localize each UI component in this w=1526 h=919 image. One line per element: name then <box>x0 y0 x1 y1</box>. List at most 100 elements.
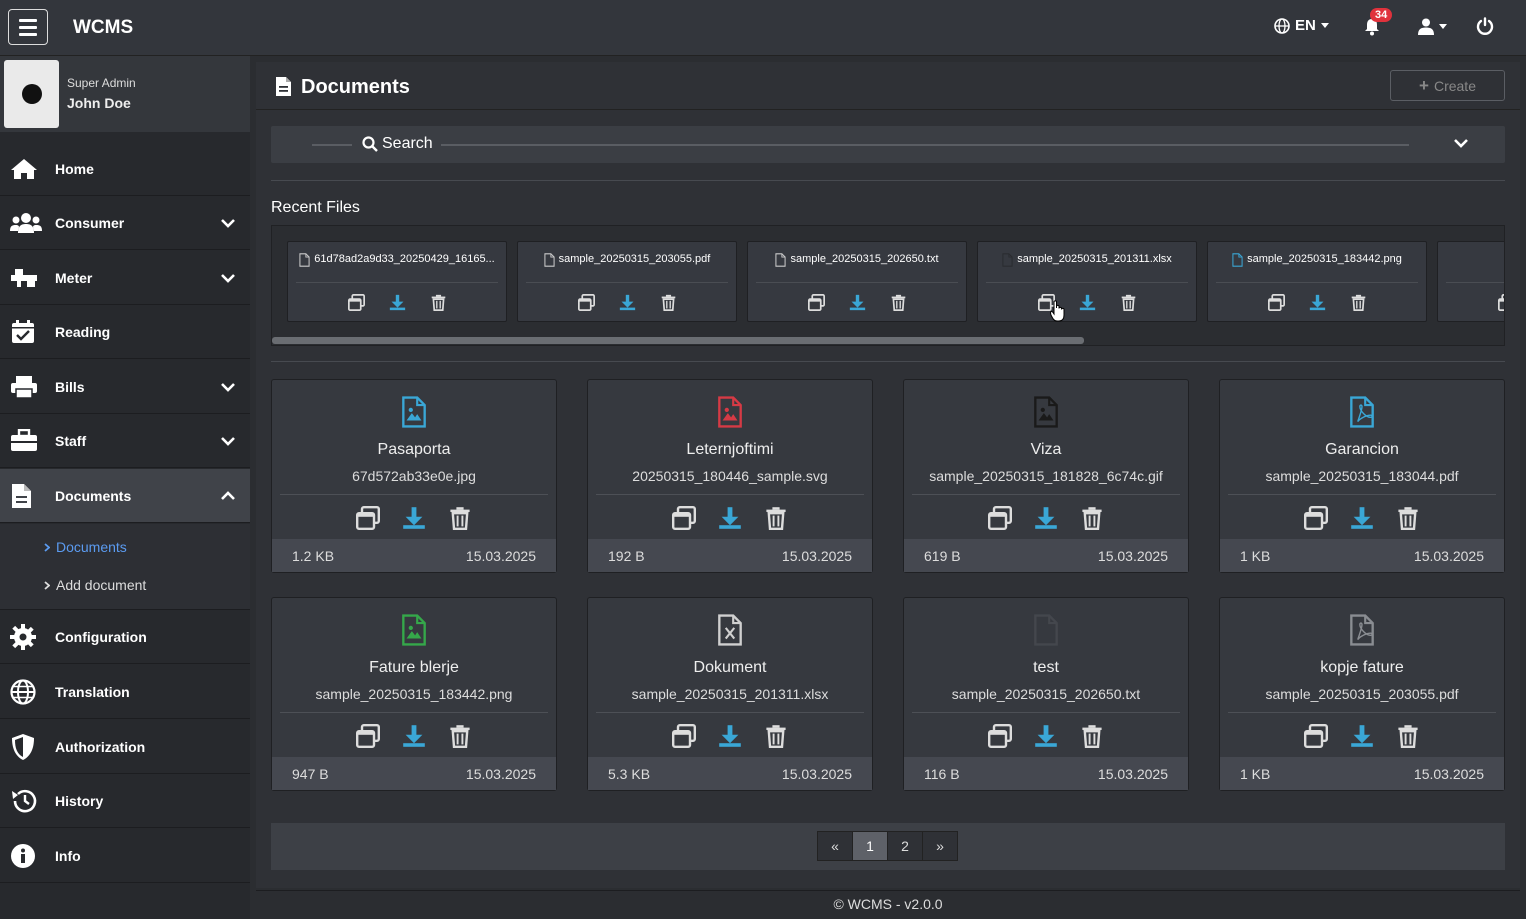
document-title: Leternjoftimi <box>686 441 774 458</box>
copy-icon[interactable] <box>577 294 595 311</box>
sidebar-item-authorization[interactable]: Authorization <box>0 720 250 774</box>
submenu-item-add-document[interactable]: Add document <box>44 577 146 593</box>
document-date: 15.03.2025 <box>781 765 852 782</box>
sidebar-item-info[interactable]: Info <box>0 829 250 883</box>
user-profile: Super Admin John Doe <box>0 56 250 132</box>
sidebar-item-translation[interactable]: Translation <box>0 665 250 719</box>
document-card[interactable]: Garancion sample_20250315_183044.pdf 1 K… <box>1219 379 1505 573</box>
recent-file-card[interactable]: sample_20250315_201311.xlsx <box>977 241 1197 322</box>
copy-icon[interactable] <box>988 506 1012 530</box>
document-title: test <box>1033 659 1059 676</box>
sidebar-item-documents[interactable]: Documents <box>0 469 250 523</box>
trash-icon[interactable] <box>1080 724 1104 748</box>
trash-icon[interactable] <box>1396 724 1420 748</box>
recent-files-title: Recent Files <box>271 199 360 216</box>
recent-file-card[interactable]: 61d78ad2a9d33_20250429_16165... <box>287 241 507 322</box>
submenu-label: Add document <box>56 577 147 593</box>
download-icon[interactable] <box>1034 724 1058 748</box>
copy-icon[interactable] <box>807 294 825 311</box>
copy-icon[interactable] <box>1304 506 1328 530</box>
recent-file-name: 61d78ad2a9d33_20250429_16165... <box>314 253 495 265</box>
download-icon[interactable] <box>718 724 742 748</box>
document-meta: 1 KB 15.03.2025 <box>1220 757 1504 790</box>
trash-icon[interactable] <box>660 294 677 311</box>
user-menu[interactable] <box>1418 18 1447 35</box>
pagination-prev[interactable]: « <box>817 831 853 861</box>
file-icon <box>299 253 310 267</box>
chevron-down-icon <box>221 436 235 446</box>
history-icon <box>12 789 37 812</box>
menu-toggle-button[interactable] <box>8 9 48 45</box>
download-icon[interactable] <box>402 506 426 530</box>
trash-icon[interactable] <box>890 294 907 311</box>
copy-icon[interactable] <box>1497 294 1506 311</box>
trash-icon[interactable] <box>764 724 788 748</box>
download-icon[interactable] <box>1079 294 1096 311</box>
sidebar-item-label: Authorization <box>55 738 146 755</box>
search-panel-toggle[interactable]: Search <box>271 126 1505 163</box>
document-card[interactable]: Fature blerje sample_20250315_183442.png… <box>271 597 557 791</box>
sidebar-item-staff[interactable]: Staff <box>0 414 250 468</box>
mouse-cursor-icon <box>1050 300 1065 322</box>
document-card[interactable]: Pasaporta 67d572ab33e0e.jpg 1.2 KB 15.03… <box>271 379 557 573</box>
pagination-page-2[interactable]: 2 <box>887 831 923 861</box>
copy-icon[interactable] <box>672 506 696 530</box>
copy-icon[interactable] <box>347 294 365 311</box>
trash-icon[interactable] <box>448 724 472 748</box>
trash-icon[interactable] <box>764 506 788 530</box>
copy-icon[interactable] <box>1304 724 1328 748</box>
download-icon[interactable] <box>389 294 406 311</box>
trash-icon[interactable] <box>1080 506 1104 530</box>
language-selector[interactable]: EN <box>1274 17 1329 34</box>
document-filename: sample_20250315_183044.pdf <box>1265 468 1459 484</box>
copy-icon[interactable] <box>356 724 380 748</box>
document-card[interactable]: Viza sample_20250315_181828_6c74c.gif 61… <box>903 379 1189 573</box>
copy-icon[interactable] <box>1267 294 1285 311</box>
power-icon[interactable] <box>1476 17 1494 35</box>
document-size: 1 KB <box>1240 765 1271 782</box>
download-icon[interactable] <box>402 724 426 748</box>
recent-file-card[interactable]: samp <box>1437 241 1506 322</box>
document-title: Viza <box>1030 441 1062 458</box>
document-actions <box>588 506 872 530</box>
image-file-icon <box>1034 396 1058 428</box>
sidebar-item-home[interactable]: Home <box>0 142 250 196</box>
sidebar-item-history[interactable]: History <box>0 774 250 828</box>
download-icon[interactable] <box>1350 724 1374 748</box>
sidebar-item-configuration[interactable]: Configuration <box>0 610 250 664</box>
sidebar-item-meter[interactable]: Meter <box>0 251 250 305</box>
document-size: 1.2 KB <box>292 547 335 564</box>
copy-icon[interactable] <box>672 724 696 748</box>
copy-icon[interactable] <box>988 724 1012 748</box>
recent-file-card[interactable]: sample_20250315_203055.pdf <box>517 241 737 322</box>
document-card[interactable]: Dokument sample_20250315_201311.xlsx 5.3… <box>587 597 873 791</box>
sidebar-item-reading[interactable]: Reading <box>0 305 250 359</box>
trash-icon[interactable] <box>430 294 447 311</box>
recent-file-card[interactable]: sample_20250315_183442.png <box>1207 241 1427 322</box>
download-icon[interactable] <box>1350 506 1374 530</box>
home-icon <box>11 158 37 179</box>
document-card[interactable]: test sample_20250315_202650.txt 116 B 15… <box>903 597 1189 791</box>
create-button[interactable]: + Create <box>1390 70 1505 101</box>
recent-file-card[interactable]: sample_20250315_202650.txt <box>747 241 967 322</box>
download-icon[interactable] <box>619 294 636 311</box>
document-card[interactable]: kopje fature sample_20250315_203055.pdf … <box>1219 597 1505 791</box>
trash-icon[interactable] <box>1120 294 1137 311</box>
sidebar-item-bills[interactable]: Bills <box>0 360 250 414</box>
copy-icon[interactable] <box>356 506 380 530</box>
submenu-item-documents[interactable]: Documents <box>44 539 127 555</box>
user-name: John Doe <box>67 95 131 111</box>
document-card[interactable]: Leternjoftimi 20250315_180446_sample.svg… <box>587 379 873 573</box>
download-icon[interactable] <box>1034 506 1058 530</box>
download-icon[interactable] <box>849 294 866 311</box>
pagination-page-1[interactable]: 1 <box>852 831 888 861</box>
horizontal-scrollbar[interactable] <box>272 337 1084 344</box>
download-icon[interactable] <box>1309 294 1326 311</box>
trash-icon[interactable] <box>1396 506 1420 530</box>
trash-icon[interactable] <box>448 506 472 530</box>
recent-file-name-row: sample_20250315_183442.png <box>1208 253 1426 267</box>
pagination-next[interactable]: » <box>922 831 958 861</box>
sidebar-item-consumer[interactable]: Consumer <box>0 196 250 250</box>
download-icon[interactable] <box>718 506 742 530</box>
trash-icon[interactable] <box>1350 294 1367 311</box>
